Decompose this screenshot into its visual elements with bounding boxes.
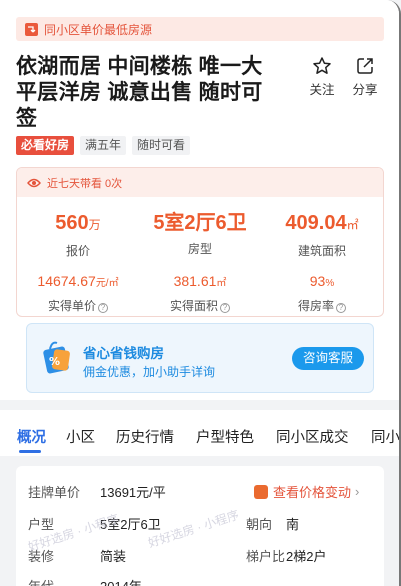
tab-more[interactable]: 同小 <box>371 426 399 447</box>
details-card: 挂牌单价 13691元/平 查看价格变动 › 户型 5室2厅6卫 朝向 南 装修… <box>16 466 384 586</box>
arrow-turn-icon <box>25 22 38 36</box>
chevron-right-icon: › <box>355 484 360 499</box>
title-line: 签 <box>16 107 38 130</box>
share-icon <box>357 58 373 74</box>
year-value: 2014年 <box>100 576 142 586</box>
decoration-value: 简装 <box>100 549 127 564</box>
stat-row-secondary: 14674.67元/㎡ 实得单价? 381.61㎡ 实得面积? 93% 得房率? <box>17 272 383 314</box>
share-label: 分享 <box>352 83 378 97</box>
shopping-bag-icon: % <box>43 341 70 374</box>
ratio-unit: % <box>325 278 335 289</box>
advisor-subtitle: 佣金优惠，加小助手详询 <box>83 365 216 379</box>
price-unit: 万 <box>88 218 101 232</box>
tab-community[interactable]: 小区 <box>66 426 95 447</box>
listing-title: 依湖而居 中间楼栋 唯一大 平层洋房 诚意出售 随时可 签 <box>16 54 281 132</box>
listing-price-label: 挂牌单价 <box>28 485 81 500</box>
layout-label: 房型 <box>187 242 212 256</box>
tag-viewable: 随时可看 <box>132 136 191 155</box>
unit-price-unit: 元/㎡ <box>95 278 119 289</box>
tab-overview[interactable]: 概况 <box>17 426 46 447</box>
visit-text: 近七天带看 0次 <box>47 177 123 190</box>
unit-price-label: 实得单价 <box>47 299 96 313</box>
advisor-banner[interactable]: % 省心省钱购房 佣金优惠，加小助手详询 咨询客服 <box>26 323 374 393</box>
area-unit: ㎡ <box>346 218 359 232</box>
tab-community-deals[interactable]: 同小区成交 <box>276 426 349 447</box>
promo-banner[interactable]: 同小区单价最低房源 <box>16 17 384 41</box>
price-value: 560 <box>55 212 89 234</box>
advisor-title: 省心省钱购房 <box>83 346 164 361</box>
decoration-label: 装修 <box>28 549 55 564</box>
year-label: 年代 <box>28 576 54 586</box>
elevator-value: 2梯2户 <box>286 549 327 564</box>
price-change-text: 查看价格变动 <box>273 485 352 500</box>
eye-icon <box>27 178 41 187</box>
detail-row: 挂牌单价 13691元/平 查看价格变动 › <box>16 482 384 502</box>
ratio-value: 93 <box>309 273 326 289</box>
tab-history[interactable]: 历史行情 <box>116 426 174 447</box>
tag-list: 必看好房 满五年 随时可看 <box>16 136 191 155</box>
title-line: 依湖而居 中间楼栋 唯一大 <box>16 55 263 78</box>
detail-row: 装修 简装 梯户比 2梯2户 <box>16 546 384 566</box>
ratio-label: 得房率 <box>297 299 334 313</box>
layout-label: 户型 <box>28 517 55 532</box>
area-value: 409.04 <box>285 212 347 234</box>
consult-button[interactable]: 咨询客服 <box>292 347 364 370</box>
help-icon[interactable]: ? <box>220 303 230 313</box>
tag-five-years: 满五年 <box>80 136 127 155</box>
stat-layout: 5室2厅6卫 房型 <box>139 210 261 259</box>
star-icon <box>313 57 331 74</box>
real-area-label: 实得面积 <box>169 299 218 313</box>
stat-price: 560万 报价 <box>17 210 139 259</box>
listing-price-value: 13691元/平 <box>100 485 166 500</box>
stat-unit-price: 14674.67元/㎡ 实得单价? <box>17 272 139 314</box>
title-line: 平层洋房 诚意出售 随时可 <box>16 81 263 104</box>
help-icon[interactable]: ? <box>98 303 108 313</box>
elevator-label: 梯户比 <box>246 549 286 564</box>
area-label: 建筑面积 <box>297 244 346 258</box>
stat-row-primary: 560万 报价 5室2厅6卫 房型 409.04㎡ 建筑面积 <box>17 210 383 259</box>
follow-button[interactable]: 关注 <box>304 56 340 98</box>
orientation-label: 朝向 <box>246 517 273 532</box>
price-label: 报价 <box>65 244 90 258</box>
orientation-value: 南 <box>286 517 300 532</box>
app-frame: 同小区单价最低房源 依湖而居 中间楼栋 唯一大 平层洋房 诚意出售 随时可 签 … <box>0 0 401 586</box>
stat-ratio: 93% 得房率? <box>261 272 383 314</box>
promo-text: 同小区单价最低房源 <box>44 22 153 37</box>
tag-must-see: 必看好房 <box>16 136 75 155</box>
share-button[interactable]: 分享 <box>347 56 383 98</box>
layout-value: 5室2厅6卫 <box>100 517 161 532</box>
listing-header-card: 同小区单价最低房源 依湖而居 中间楼栋 唯一大 平层洋房 诚意出售 随时可 签 … <box>0 0 399 400</box>
chart-icon <box>254 484 268 499</box>
stats-panel: 近七天带看 0次 560万 报价 5室2厅6卫 房型 409.04㎡ 建筑面积 <box>16 167 384 317</box>
detail-row: 户型 5室2厅6卫 朝向 南 <box>16 514 384 534</box>
real-area-unit: ㎡ <box>216 278 227 289</box>
visit-count-strip: 近七天带看 0次 <box>17 168 383 197</box>
help-icon[interactable]: ? <box>336 303 346 313</box>
real-area-value: 381.61 <box>173 273 217 289</box>
stat-real-area: 381.61㎡ 实得面积? <box>139 272 261 314</box>
layout-value: 5室2厅6卫 <box>153 212 247 234</box>
unit-price-value: 14674.67 <box>37 273 96 289</box>
svg-text:%: % <box>49 355 60 368</box>
tab-active-indicator <box>19 450 41 453</box>
follow-label: 关注 <box>309 83 335 97</box>
price-change-link[interactable]: 查看价格变动 › <box>254 482 359 501</box>
tab-layout-features[interactable]: 户型特色 <box>196 426 254 447</box>
detail-row: 年代 2014年 <box>16 576 384 586</box>
stat-area: 409.04㎡ 建筑面积 <box>261 210 383 259</box>
section-tabs: 概况 小区 历史行情 户型特色 同小区成交 同小 <box>0 410 399 456</box>
